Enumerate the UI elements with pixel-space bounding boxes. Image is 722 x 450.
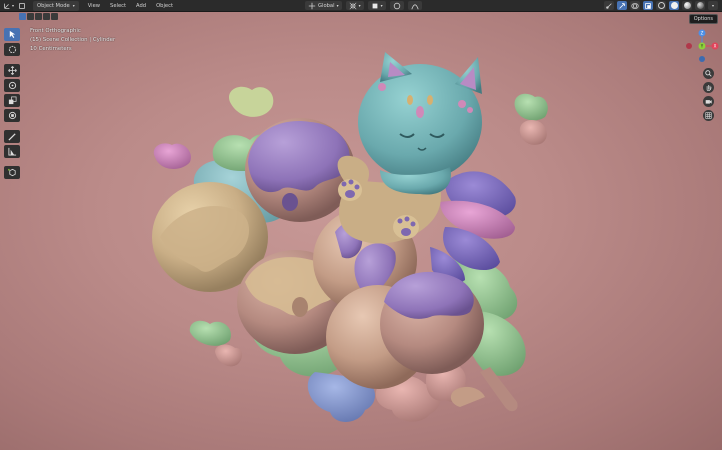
camera-view-button[interactable] — [703, 96, 714, 107]
proportional-edit-icon — [393, 2, 400, 9]
circle-cursor-icon — [8, 45, 16, 54]
shading-options-dropdown[interactable]: ▾ — [708, 1, 718, 10]
select-tool-button[interactable] — [4, 28, 20, 41]
menu-object[interactable]: Object — [151, 1, 178, 11]
move-icon — [7, 66, 17, 75]
wireframe-shading-icon — [657, 2, 665, 9]
chevron-down-icon: ▾ — [358, 3, 361, 8]
rotate-icon — [8, 81, 16, 90]
menu-add[interactable]: Add — [131, 1, 151, 11]
material-shading-button[interactable] — [682, 1, 692, 10]
select-subtract-button[interactable] — [35, 13, 42, 20]
overlay-icon — [631, 2, 639, 9]
select-new-button[interactable] — [19, 13, 26, 20]
chevron-down-icon: ▾ — [711, 3, 714, 8]
snap-icon — [372, 3, 377, 8]
neg-z-axis-dot[interactable] — [699, 56, 705, 62]
rendered-shading-button[interactable] — [695, 1, 705, 10]
snap-dropdown[interactable]: ▾ — [367, 1, 386, 10]
falloff-icon — [411, 3, 419, 9]
proportional-edit-button[interactable] — [389, 1, 404, 10]
cursor-tool-button[interactable] — [4, 43, 20, 56]
selection-mode-bar — [19, 13, 58, 22]
y-axis-label: Y — [700, 44, 704, 49]
orientation-icon — [308, 2, 316, 9]
solid-shading-icon — [670, 2, 678, 9]
gizmo-icon — [619, 2, 625, 9]
add-cube-tool-button[interactable] — [4, 166, 20, 179]
navigation-gizmo[interactable]: X Y Z — [682, 26, 722, 66]
visibility-button[interactable] — [604, 1, 614, 10]
orientation-label: Global — [318, 2, 335, 9]
collection-info: (15) Scene Collection | Cylinder — [30, 37, 116, 43]
select-invert-button[interactable] — [43, 13, 50, 20]
editor-type-button[interactable]: ▾ — [0, 1, 17, 11]
camera-icon — [705, 100, 712, 104]
scene-render — [152, 52, 548, 422]
zoom-button[interactable] — [703, 68, 714, 79]
grid-icon — [705, 112, 712, 119]
viewport-right-tools: ▾ — [604, 1, 718, 10]
menu-view[interactable]: View — [83, 1, 105, 11]
axis-icon — [4, 3, 10, 9]
measure-icon — [7, 147, 16, 156]
options-button[interactable]: Options — [688, 14, 718, 24]
xray-toggle-button[interactable] — [643, 1, 653, 10]
x-axis-label: X — [714, 44, 717, 49]
scale-tool-button[interactable] — [4, 94, 20, 107]
zoom-icon — [705, 70, 712, 77]
scale-info: 10 Centimeters — [30, 46, 72, 52]
cursor-icon — [9, 30, 15, 39]
rotate-tool-button[interactable] — [4, 79, 20, 92]
tool-shelf — [4, 28, 20, 179]
add-cube-icon — [7, 168, 16, 177]
wireframe-shading-button[interactable] — [656, 1, 666, 10]
neg-x-axis-dot[interactable] — [686, 43, 692, 49]
chevron-down-icon: ▾ — [336, 3, 339, 8]
gizmo-toggle-button[interactable] — [617, 1, 627, 10]
overlay-dropdown[interactable] — [630, 1, 640, 10]
perspective-toggle-button[interactable] — [703, 110, 714, 121]
object-mode-icon — [19, 2, 25, 9]
menu-select[interactable]: Select — [105, 1, 131, 11]
transform-tools: Global ▾ ▾ ▾ — [305, 1, 422, 10]
view-name: Front Orthographic — [30, 28, 81, 34]
solid-shading-button[interactable] — [669, 1, 679, 10]
transform-icon — [8, 111, 16, 120]
chevron-down-icon: ▾ — [72, 3, 75, 8]
orientation-dropdown[interactable]: Global ▾ — [305, 1, 342, 10]
select-extend-button[interactable] — [27, 13, 34, 20]
annotate-tool-button[interactable] — [4, 130, 20, 143]
transform-tool-button[interactable] — [4, 109, 20, 122]
pivot-dropdown[interactable]: ▾ — [345, 1, 364, 10]
header-bar: ▾ Object Mode ▾ View Select Add Object G… — [0, 0, 722, 12]
xray-icon — [645, 2, 651, 9]
select-intersect-button[interactable] — [51, 13, 58, 20]
material-shading-icon — [683, 2, 691, 9]
scale-icon — [8, 96, 16, 105]
move-tool-button[interactable] — [4, 64, 20, 77]
object-mode-icon-button[interactable] — [17, 1, 27, 11]
falloff-button[interactable] — [407, 1, 422, 10]
measure-tool-button[interactable] — [4, 145, 20, 158]
annotate-icon — [7, 133, 16, 141]
pivot-icon — [349, 2, 356, 9]
rendered-shading-icon — [696, 2, 704, 9]
chevron-down-icon: ▾ — [380, 3, 383, 8]
visibility-icon — [606, 2, 612, 9]
hand-icon — [706, 85, 712, 91]
pan-button[interactable] — [703, 82, 714, 93]
mode-dropdown[interactable]: Object Mode ▾ — [33, 0, 79, 11]
viewport-info: Front Orthographic (15) Scene Collection… — [30, 27, 115, 54]
viewport-nav-buttons — [703, 68, 714, 121]
mode-label: Object Mode — [37, 2, 70, 9]
z-axis-label: Z — [701, 31, 704, 36]
